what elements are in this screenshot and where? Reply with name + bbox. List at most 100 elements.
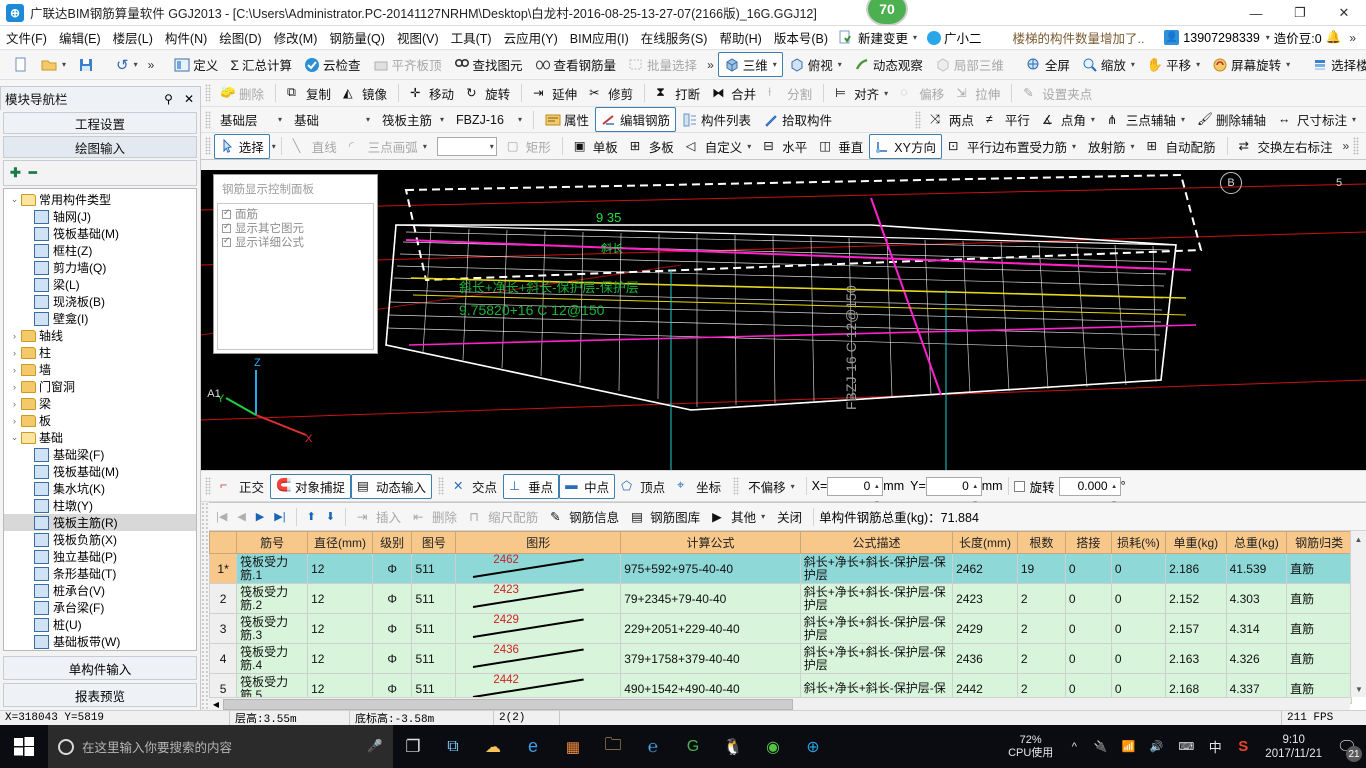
table-column-header[interactable]: 计算公式: [620, 531, 801, 554]
cell-unit[interactable]: 2.157: [1165, 613, 1227, 644]
collapse-all-icon[interactable]: ━: [29, 165, 37, 181]
battery-icon[interactable]: 🔌: [1087, 725, 1113, 768]
menu-item-edit[interactable]: 编辑(E): [53, 26, 107, 49]
pan-button[interactable]: ✋ 平移 ▾: [1141, 52, 1206, 77]
single-slab-button[interactable]: ▣ 单板: [568, 134, 624, 159]
taskbar-app-store[interactable]: ▦: [553, 725, 593, 768]
single-component-input-button[interactable]: 单构件输入: [3, 656, 197, 680]
close-grid-button[interactable]: 关闭: [771, 504, 808, 529]
toolbar-grip-3[interactable]: [205, 110, 211, 129]
chevron-down-icon[interactable]: ⌄: [8, 432, 21, 443]
tree-item[interactable]: 剪力墙(Q): [4, 259, 196, 276]
close-icon[interactable]: ✕: [178, 92, 200, 106]
cell-lap[interactable]: 0: [1064, 613, 1112, 644]
row-index-cell[interactable]: 2: [209, 583, 238, 614]
cell-grade[interactable]: Φ: [371, 583, 413, 614]
3d-chevron-down-icon[interactable]: ▾: [773, 60, 777, 69]
rebar-info-button[interactable]: ✎ 钢筋信息: [544, 504, 625, 529]
cell-name[interactable]: 筏板受力筋.3: [236, 613, 309, 644]
cell-grade[interactable]: Φ: [371, 553, 413, 584]
line-tool-button[interactable]: ╲ 直线: [287, 134, 343, 159]
grid-body[interactable]: 筋号 直径(mm) 级别 图号 图形 计算公式 公式描述 长度(mm) 根数 搭接 损耗(%) 单重(…: [209, 531, 1366, 710]
menu-item-view[interactable]: 视图(V): [391, 26, 445, 49]
taskbar-search-input[interactable]: 在这里输入你要搜索的内容 🎤: [48, 725, 393, 768]
delete-button[interactable]: 🧽 删除: [214, 81, 270, 106]
table-column-header[interactable]: 筋号: [236, 531, 309, 554]
tree-item[interactable]: 筏板基础(M): [4, 463, 196, 480]
point-angle-axis-button[interactable]: ∡ 点角 ▾: [1036, 107, 1101, 132]
two-point-axis-button[interactable]: ⤨ 两点: [924, 107, 980, 132]
fullscreen-button[interactable]: 全屏: [1020, 52, 1076, 77]
spinner-icon[interactable]: ▲▼: [1110, 479, 1119, 507]
floor-select[interactable]: 基础层 ▾: [214, 107, 288, 132]
chevron-down-icon[interactable]: ▾: [490, 142, 494, 151]
cell-lap[interactable]: 0: [1064, 583, 1112, 614]
horizontal-button[interactable]: ⊟ 水平: [757, 134, 813, 159]
cell-figno[interactable]: 511: [411, 613, 457, 644]
multi-slab-button[interactable]: ⊞ 多板: [624, 134, 680, 159]
tree-item[interactable]: 筏板基础(M): [4, 225, 196, 242]
insert-row-button[interactable]: ⇥ 插入: [351, 504, 407, 529]
edit-rebar-button[interactable]: 编辑钢筋: [595, 107, 677, 132]
shape-cell[interactable]: 2436: [455, 643, 622, 674]
swap-annotation-button[interactable]: ⇄ 交换左右标注: [1233, 134, 1339, 159]
tree-item[interactable]: 集水坑(K): [4, 480, 196, 497]
xy-direction-button[interactable]: XY方向: [869, 133, 942, 159]
taskbar-app-green[interactable]: ◉: [753, 725, 793, 768]
snap-perpendicular[interactable]: ⊥ 垂点: [503, 473, 560, 499]
tree-item[interactable]: ⌄ 常用构件类型: [4, 191, 196, 208]
vertical-button[interactable]: ◫ 垂直: [813, 134, 869, 159]
row-index-cell[interactable]: 3: [209, 613, 238, 644]
chevron-down-icon[interactable]: ▾: [423, 142, 427, 151]
close-button[interactable]: ✕: [1322, 0, 1366, 26]
table-column-header[interactable]: 搭接: [1064, 531, 1112, 554]
tree-item[interactable]: 壁龛(I): [4, 310, 196, 327]
account-phone[interactable]: 13907298339: [1183, 31, 1259, 45]
toolbar-overflow-icon[interactable]: »: [144, 58, 159, 72]
properties-button[interactable]: 属性: [539, 107, 595, 132]
draw-toolbar-overflow-icon[interactable]: »: [1339, 139, 1354, 153]
rebar-display-control-panel[interactable]: 钢筋显示控制面板 面筋 显示其它图元 显示详细公式: [213, 174, 378, 354]
view-rebar-qty-button[interactable]: 查看钢筋量: [529, 52, 623, 77]
arc-tool-button[interactable]: ◜ 三点画弧 ▾: [343, 134, 433, 159]
snap-midpoint[interactable]: ▬ 中点: [559, 473, 616, 499]
tree-item[interactable]: ›其它: [4, 650, 196, 651]
bell-icon[interactable]: 🔔: [1326, 30, 1342, 45]
table-column-header[interactable]: 损耗(%): [1110, 531, 1167, 554]
cell-name[interactable]: 筏板受力筋.2: [236, 583, 309, 614]
scroll-left-icon[interactable]: ◀: [209, 700, 223, 709]
radial-rebar-button[interactable]: 放射筋 ▾: [1082, 134, 1141, 159]
tab-draw-input[interactable]: 绘图输入: [3, 136, 197, 158]
taskbar-app-qq[interactable]: 🐧: [713, 725, 753, 768]
wifi-icon[interactable]: 📶: [1115, 725, 1141, 768]
trim-button[interactable]: ✂ 修剪: [583, 81, 639, 106]
chevron-down-icon[interactable]: ▾: [440, 115, 444, 124]
parallel-edge-rebar-button[interactable]: ⊡ 平行边布置受力筋 ▾: [942, 134, 1082, 159]
cell-count[interactable]: 2: [1016, 613, 1066, 644]
undo-chevron-down-icon[interactable]: ▾: [134, 60, 138, 69]
undo-button[interactable]: ↺ ▾: [110, 53, 144, 77]
toolbar-grip-2[interactable]: [205, 84, 211, 102]
tree-item[interactable]: 筏板负筋(X): [4, 531, 196, 548]
chevron-down-icon[interactable]: ▾: [791, 482, 795, 491]
cell-desc[interactable]: 斜长+净长+斜长-保护层-保护层: [799, 613, 954, 644]
drawbar-grip[interactable]: [205, 477, 211, 495]
move-button[interactable]: ✛ 移动: [404, 81, 460, 106]
chevron-down-icon[interactable]: ▾: [761, 512, 765, 521]
delete-row-button[interactable]: ⇤ 删除: [407, 504, 463, 529]
score-badge[interactable]: 70: [866, 0, 908, 26]
cell-cls[interactable]: 直筋: [1286, 643, 1352, 674]
cell-dia[interactable]: 12: [307, 643, 373, 674]
tree-item[interactable]: 框柱(Z): [4, 242, 196, 259]
cell-name[interactable]: 筏板受力筋.1: [236, 553, 309, 584]
cell-length[interactable]: 2429: [952, 613, 1018, 644]
offset-button[interactable]: ◌ 偏移: [894, 81, 950, 106]
zoom-button[interactable]: 缩放 ▾: [1076, 52, 1141, 77]
zoom-chevron-down-icon[interactable]: ▾: [1131, 60, 1135, 69]
chevron-down-icon[interactable]: ▾: [1352, 115, 1356, 124]
tab-project-settings[interactable]: 工程设置: [3, 112, 197, 134]
chevron-down-icon[interactable]: ▾: [1131, 142, 1135, 151]
partial-3d-button[interactable]: 局部三维: [929, 52, 1010, 77]
table-column-header[interactable]: [209, 531, 238, 554]
find-element-button[interactable]: 查找图元: [448, 52, 529, 77]
